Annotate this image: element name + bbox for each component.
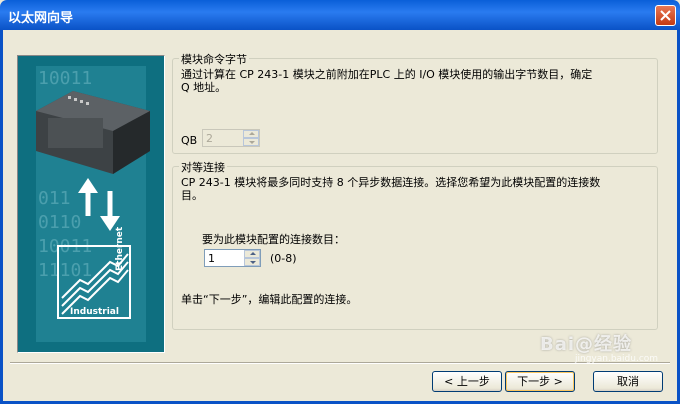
svg-text:011: 011 — [38, 188, 71, 209]
back-button[interactable]: < 上一步 — [432, 371, 502, 392]
next-step-hint: 单击“下一步”，编辑此配置的连接。 — [181, 293, 358, 306]
ethernet-label: Ethernet — [115, 226, 125, 271]
peer-connections-group: 对等连接 CP 243-1 模块将最多同时支持 8 个异步数据连接。选择您希望为… — [172, 159, 658, 330]
peer-description-line2: 目。 — [181, 189, 203, 202]
svg-text:0110: 0110 — [38, 212, 81, 233]
qb-down-arrow-icon — [243, 138, 259, 146]
module-description-line1: 通过计算在 CP 243-1 模块之前附加在PLC 上的 I/O 模块使用的输出… — [181, 68, 593, 81]
title-bar: 以太网向导 — [0, 0, 680, 30]
svg-text:11101: 11101 — [38, 260, 92, 281]
connection-count-stepper[interactable]: 1 — [204, 249, 261, 267]
wizard-illustration: 10011 011 0110 10011 11101 Industrial Ethern… — [17, 55, 165, 353]
next-button[interactable]: 下一步 > — [505, 371, 575, 392]
count-up-arrow-icon[interactable] — [244, 250, 260, 258]
watermark-url: jingyan.baidu.com — [575, 354, 659, 364]
industrial-label: Industrial — [70, 307, 119, 317]
qb-value: 2 — [206, 132, 213, 145]
module-group-legend: 模块命令字节 — [179, 51, 249, 67]
module-command-byte-group: 模块命令字节 通过计算在 CP 243-1 模块之前附加在PLC 上的 I/O … — [172, 51, 658, 154]
connection-count-label: 要为此模块配置的连接数目： — [202, 233, 345, 246]
qb-stepper: 2 — [202, 129, 260, 147]
button-separator — [10, 362, 670, 364]
window-title: 以太网向导 — [8, 11, 74, 26]
close-button[interactable] — [655, 5, 676, 26]
qb-label: QB — [181, 134, 198, 147]
connection-count-range: (0-8) — [270, 252, 297, 265]
svg-text:10011: 10011 — [38, 68, 92, 89]
qb-up-arrow-icon — [243, 130, 259, 138]
connection-count-value[interactable]: 1 — [208, 252, 215, 265]
peer-group-legend: 对等连接 — [179, 159, 227, 175]
peer-description-line1: CP 243-1 模块将最多同时支持 8 个异步数据连接。选择您希望为此模块配置… — [181, 176, 601, 189]
watermark-text: Bai@经验 — [540, 334, 633, 355]
count-down-arrow-icon[interactable] — [244, 258, 260, 266]
close-icon — [660, 10, 671, 21]
module-description-line2: Q 地址。 — [181, 81, 227, 94]
cancel-button[interactable]: 取消 — [593, 371, 663, 392]
